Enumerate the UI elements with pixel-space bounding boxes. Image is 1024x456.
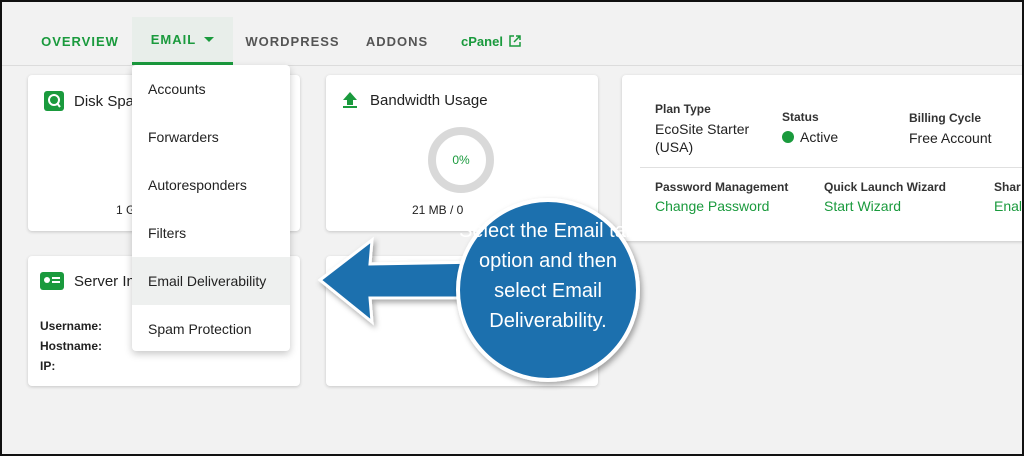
callout-text: Select the Email tab option and then sel… bbox=[459, 220, 637, 332]
change-password-link[interactable]: Change Password bbox=[655, 198, 769, 214]
menu-item-filters[interactable]: Filters bbox=[132, 209, 290, 257]
disk-space-title: Disk Spa bbox=[44, 91, 134, 111]
server-info-title: Server In bbox=[40, 272, 135, 290]
billing-cycle-label: Billing Cycle bbox=[909, 111, 982, 125]
plan-type-label: Plan Type bbox=[655, 102, 711, 116]
caret-down-icon bbox=[204, 37, 215, 42]
tab-cpanel[interactable]: cPanel bbox=[452, 17, 530, 65]
tab-addons[interactable]: ADDONS bbox=[358, 17, 436, 65]
server-info-title-text: Server In bbox=[74, 272, 135, 290]
tab-wordpress[interactable]: WORDPRESS bbox=[240, 17, 345, 65]
billing-cycle-value: Free Account bbox=[909, 130, 992, 146]
tab-cpanel-label: cPanel bbox=[461, 33, 503, 49]
status-dot-icon bbox=[782, 131, 794, 143]
tab-overview-label: OVERVIEW bbox=[41, 33, 119, 49]
quick-launch-wizard-label: Quick Launch Wizard bbox=[824, 180, 946, 194]
menu-item-label: Spam Protection bbox=[148, 321, 252, 337]
ip-label: IP: bbox=[40, 359, 56, 373]
bandwidth-percent: 0% bbox=[452, 153, 470, 167]
instruction-callout: Select the Email tab option and then sel… bbox=[310, 180, 670, 415]
hostname-label: Hostname: bbox=[40, 339, 103, 353]
external-link-icon bbox=[509, 35, 521, 47]
disk-icon bbox=[44, 91, 64, 111]
menu-item-label: Email Deliverability bbox=[148, 273, 267, 289]
status-label: Status bbox=[782, 110, 819, 124]
enable-link[interactable]: Enal bbox=[994, 198, 1022, 214]
menu-item-label: Autoresponders bbox=[148, 177, 247, 193]
menu-item-label: Filters bbox=[148, 225, 187, 241]
start-wizard-link[interactable]: Start Wizard bbox=[824, 198, 901, 214]
plan-divider bbox=[640, 167, 1024, 168]
status-value-text: Active bbox=[800, 129, 839, 145]
share-label: Shar bbox=[994, 180, 1021, 194]
menu-item-spam-protection[interactable]: Spam Protection bbox=[132, 305, 290, 353]
id-card-icon bbox=[40, 272, 64, 290]
tab-addons-label: ADDONS bbox=[365, 33, 429, 49]
plan-card: Plan Type EcoSite Starter (USA) Status A… bbox=[622, 75, 1024, 241]
upload-arrow-icon bbox=[343, 92, 357, 108]
email-dropdown-menu: Accounts Forwarders Autoresponders Filte… bbox=[132, 65, 290, 351]
status-value: Active bbox=[782, 128, 838, 146]
menu-item-email-deliverability[interactable]: Email Deliverability bbox=[132, 257, 290, 305]
disk-space-title-text: Disk Spa bbox=[74, 92, 135, 110]
tab-overview[interactable]: OVERVIEW bbox=[28, 17, 132, 65]
menu-item-accounts[interactable]: Accounts bbox=[132, 65, 290, 113]
username-label: Username: bbox=[40, 319, 103, 333]
menu-item-forwarders[interactable]: Forwarders bbox=[132, 113, 290, 161]
tab-wordpress-label: WORDPRESS bbox=[245, 33, 340, 49]
bandwidth-title-text: Bandwidth Usage bbox=[370, 91, 488, 109]
menu-item-label: Accounts bbox=[148, 81, 206, 97]
plan-type-value: EcoSite Starter (USA) bbox=[655, 121, 750, 155]
menu-item-label: Forwarders bbox=[148, 129, 219, 145]
bandwidth-title: Bandwidth Usage bbox=[342, 91, 488, 109]
top-nav: OVERVIEW EMAIL WORDPRESS ADDONS cPanel bbox=[0, 0, 1024, 66]
tab-email[interactable]: EMAIL bbox=[132, 17, 233, 65]
tab-email-label: EMAIL bbox=[150, 32, 197, 47]
menu-item-autoresponders[interactable]: Autoresponders bbox=[132, 161, 290, 209]
password-management-label: Password Management bbox=[655, 180, 789, 194]
